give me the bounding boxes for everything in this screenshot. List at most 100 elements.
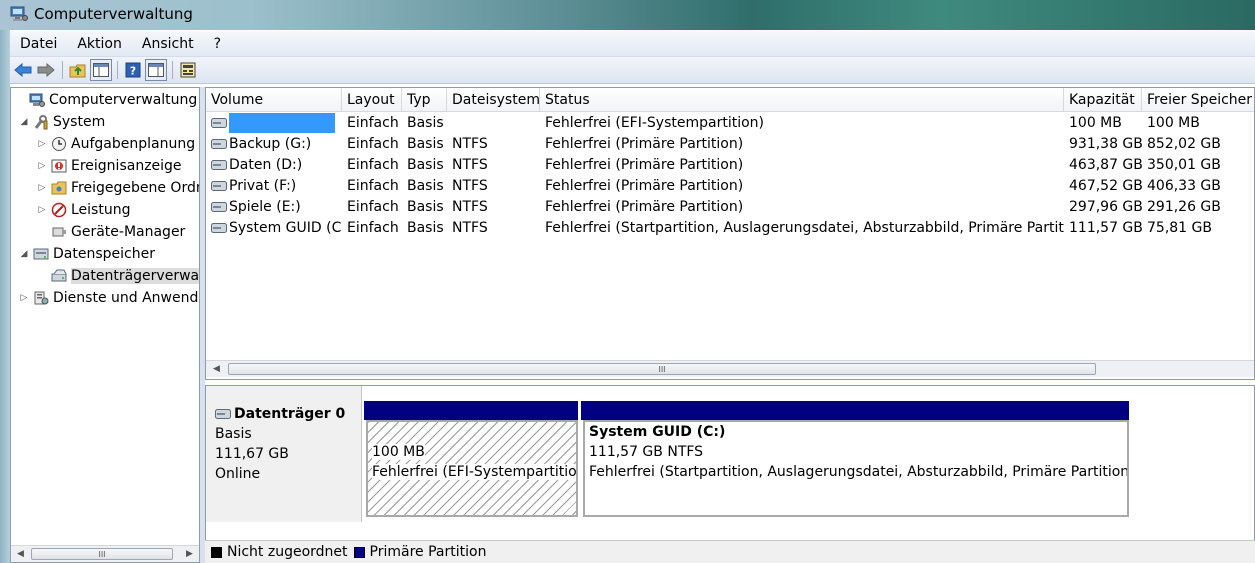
console-tree[interactable]: Computerverwaltung (Lokal) ◢ System ▷ Au… bbox=[10, 87, 200, 563]
table-row[interactable]: Spiele (E:) Einfach Basis NTFS Fehlerfre… bbox=[206, 197, 1254, 218]
tree-expander[interactable]: ▷ bbox=[19, 293, 29, 303]
tree-item-leistung[interactable]: ▷ Leistung bbox=[37, 199, 131, 221]
scroll-right-icon[interactable]: ▶ bbox=[181, 546, 198, 562]
list-horizontal-scrollbar[interactable]: ◀ III bbox=[206, 360, 1254, 377]
tree-item-datenspeicher[interactable]: ◢ Datenspeicher bbox=[19, 243, 155, 265]
cell-kapazitaet: 463,87 GB bbox=[1069, 157, 1142, 173]
up-folder-button[interactable] bbox=[67, 59, 89, 81]
cell-freier-speicher: 75,81 GB bbox=[1147, 220, 1212, 236]
tree-expander[interactable]: ◢ bbox=[19, 249, 29, 259]
cell-status: Fehlerfrei (Startpartition, Auslagerungs… bbox=[545, 220, 1064, 236]
cell-volume: Spiele (E:) bbox=[206, 197, 342, 218]
tree-horizontal-scrollbar[interactable]: ◀ III ▶ bbox=[11, 545, 199, 562]
title-bar[interactable]: Computerverwaltung bbox=[0, 0, 1255, 30]
forward-arrow-icon bbox=[37, 63, 55, 77]
menu-ansicht[interactable]: Ansicht bbox=[132, 36, 204, 52]
tree-item-computerverwaltung[interactable]: Computerverwaltung (Lokal) bbox=[15, 89, 199, 111]
cell-status: Fehlerfrei (EFI-Systempartition) bbox=[545, 115, 764, 131]
cell-volume: Backup (G:) bbox=[206, 134, 342, 155]
column-header-status[interactable]: Status bbox=[540, 88, 1064, 112]
forward-button[interactable] bbox=[35, 59, 57, 81]
menu-help[interactable]: ? bbox=[204, 36, 231, 52]
toolbar-separator bbox=[172, 61, 173, 79]
toolbar: ? bbox=[10, 57, 1255, 84]
tree-item-label: Geräte-Manager bbox=[71, 224, 186, 240]
tree-expander[interactable]: ▷ bbox=[37, 161, 47, 171]
cell-layout: Einfach bbox=[347, 199, 399, 215]
cell-dateisystem: NTFS bbox=[452, 157, 488, 173]
tree-item-geraete-manager[interactable]: Geräte-Manager bbox=[37, 221, 185, 243]
device-manager-icon bbox=[52, 227, 66, 237]
back-button[interactable] bbox=[12, 59, 34, 81]
tree-item-dienste-und-anwendungen[interactable]: ▷ Dienste und Anwendungen bbox=[19, 287, 199, 309]
cell-status: Fehlerfrei (Primäre Partition) bbox=[545, 157, 744, 173]
tree-item-label: Aufgabenplanung bbox=[71, 136, 196, 152]
scroll-thumb[interactable]: III bbox=[31, 548, 173, 560]
window-frame bbox=[0, 30, 10, 563]
column-header-volume[interactable]: Volume bbox=[206, 88, 342, 112]
cell-kapazitaet: 111,57 GB bbox=[1069, 220, 1142, 236]
column-header-typ[interactable]: Typ bbox=[402, 88, 447, 112]
efi-partition[interactable]: 100 MB Fehlerfrei (EFI-Systempartition) bbox=[366, 420, 578, 517]
tree-item-datentraegerverwaltung[interactable]: Datenträgerverwaltung bbox=[37, 265, 199, 287]
system-partition-name: System GUID (C:) bbox=[589, 424, 726, 440]
properties-button[interactable] bbox=[177, 59, 199, 81]
show-tree-button[interactable] bbox=[90, 59, 112, 81]
show-action-pane-button[interactable] bbox=[145, 59, 167, 81]
disk-name-row: Datenträger 0 bbox=[215, 404, 361, 424]
scroll-left-icon[interactable]: ◀ bbox=[208, 361, 225, 377]
tree-item-label: Freigegebene Ordner bbox=[71, 180, 199, 196]
tree-expander[interactable]: ▷ bbox=[37, 139, 47, 149]
table-row[interactable]: Privat (F:) Einfach Basis NTFS Fehlerfre… bbox=[206, 176, 1254, 197]
volume-icon bbox=[211, 181, 227, 191]
efi-partition-bar bbox=[364, 401, 578, 420]
disk-info[interactable]: Datenträger 0 Basis 111,67 GB Online bbox=[206, 386, 362, 522]
action-pane-icon bbox=[148, 63, 164, 77]
disk-size: 111,67 GB bbox=[215, 446, 289, 462]
tree-item-ereignisanzeige[interactable]: ▷ Ereignisanzeige bbox=[37, 155, 182, 177]
column-header-kapazitaet[interactable]: Kapazität bbox=[1064, 88, 1142, 112]
toolbar-separator bbox=[117, 61, 118, 79]
volume-icon bbox=[211, 223, 227, 233]
tree-item-system[interactable]: ◢ System bbox=[19, 111, 106, 133]
tree-expander[interactable]: ▷ bbox=[37, 183, 47, 193]
help-button[interactable]: ? bbox=[122, 59, 144, 81]
column-header-dateisystem[interactable]: Dateisystem bbox=[447, 88, 540, 112]
column-header-freier-speicher[interactable]: Freier Speicher bbox=[1142, 88, 1254, 112]
tree-item-aufgabenplanung[interactable]: ▷ Aufgabenplanung bbox=[37, 133, 196, 155]
cell-dateisystem: NTFS bbox=[452, 220, 488, 236]
scroll-thumb[interactable]: III bbox=[228, 363, 1096, 375]
tree-item-label: Leistung bbox=[71, 202, 131, 218]
computer-management-icon bbox=[29, 93, 45, 107]
table-row[interactable]: Backup (G:) Einfach Basis NTFS Fehlerfre… bbox=[206, 134, 1254, 155]
menu-aktion[interactable]: Aktion bbox=[67, 36, 132, 52]
storage-icon bbox=[33, 248, 49, 260]
disk-type: Basis bbox=[215, 426, 252, 442]
menu-datei[interactable]: Datei bbox=[10, 36, 67, 52]
cell-dateisystem: NTFS bbox=[452, 136, 488, 152]
table-row[interactable]: Einfach Basis Fehlerfrei (EFI-Systempart… bbox=[206, 113, 1254, 134]
volume-list[interactable]: Volume Layout Typ Dateisystem Status Kap… bbox=[205, 87, 1255, 380]
cell-volume: Privat (F:) bbox=[206, 176, 342, 197]
disk-graphic-view[interactable]: Datenträger 0 Basis 111,67 GB Online 100… bbox=[205, 385, 1255, 563]
tree-item-freigegebene-ordner[interactable]: ▷ Freigegebene Ordner bbox=[37, 177, 199, 199]
column-header-layout[interactable]: Layout bbox=[342, 88, 402, 112]
table-row[interactable]: System GUID (C:) Einfach Basis NTFS Fehl… bbox=[206, 218, 1254, 239]
cell-dateisystem: NTFS bbox=[452, 199, 488, 215]
table-row[interactable]: Daten (D:) Einfach Basis NTFS Fehlerfrei… bbox=[206, 155, 1254, 176]
disk-state: Online bbox=[215, 466, 261, 482]
tree-item-label: Datenspeicher bbox=[53, 246, 155, 262]
tree-expander[interactable]: ▷ bbox=[37, 205, 47, 215]
cell-freier-speicher: 852,02 GB bbox=[1147, 136, 1221, 152]
legend-primary: Primäre Partition bbox=[353, 544, 486, 560]
console-tree-icon bbox=[93, 63, 109, 77]
volume-icon bbox=[211, 160, 227, 170]
volume-icon bbox=[211, 202, 227, 212]
scroll-left-icon[interactable]: ◀ bbox=[12, 546, 29, 562]
system-partition[interactable]: System GUID (C:) 111,57 GB NTFS Fehlerfr… bbox=[583, 420, 1129, 517]
tree-item-label: System bbox=[53, 114, 106, 130]
volume-icon bbox=[211, 118, 227, 128]
tree-expander[interactable]: ◢ bbox=[19, 117, 29, 127]
cell-kapazitaet: 297,96 GB bbox=[1069, 199, 1142, 215]
cell-volume: Daten (D:) bbox=[206, 155, 342, 176]
